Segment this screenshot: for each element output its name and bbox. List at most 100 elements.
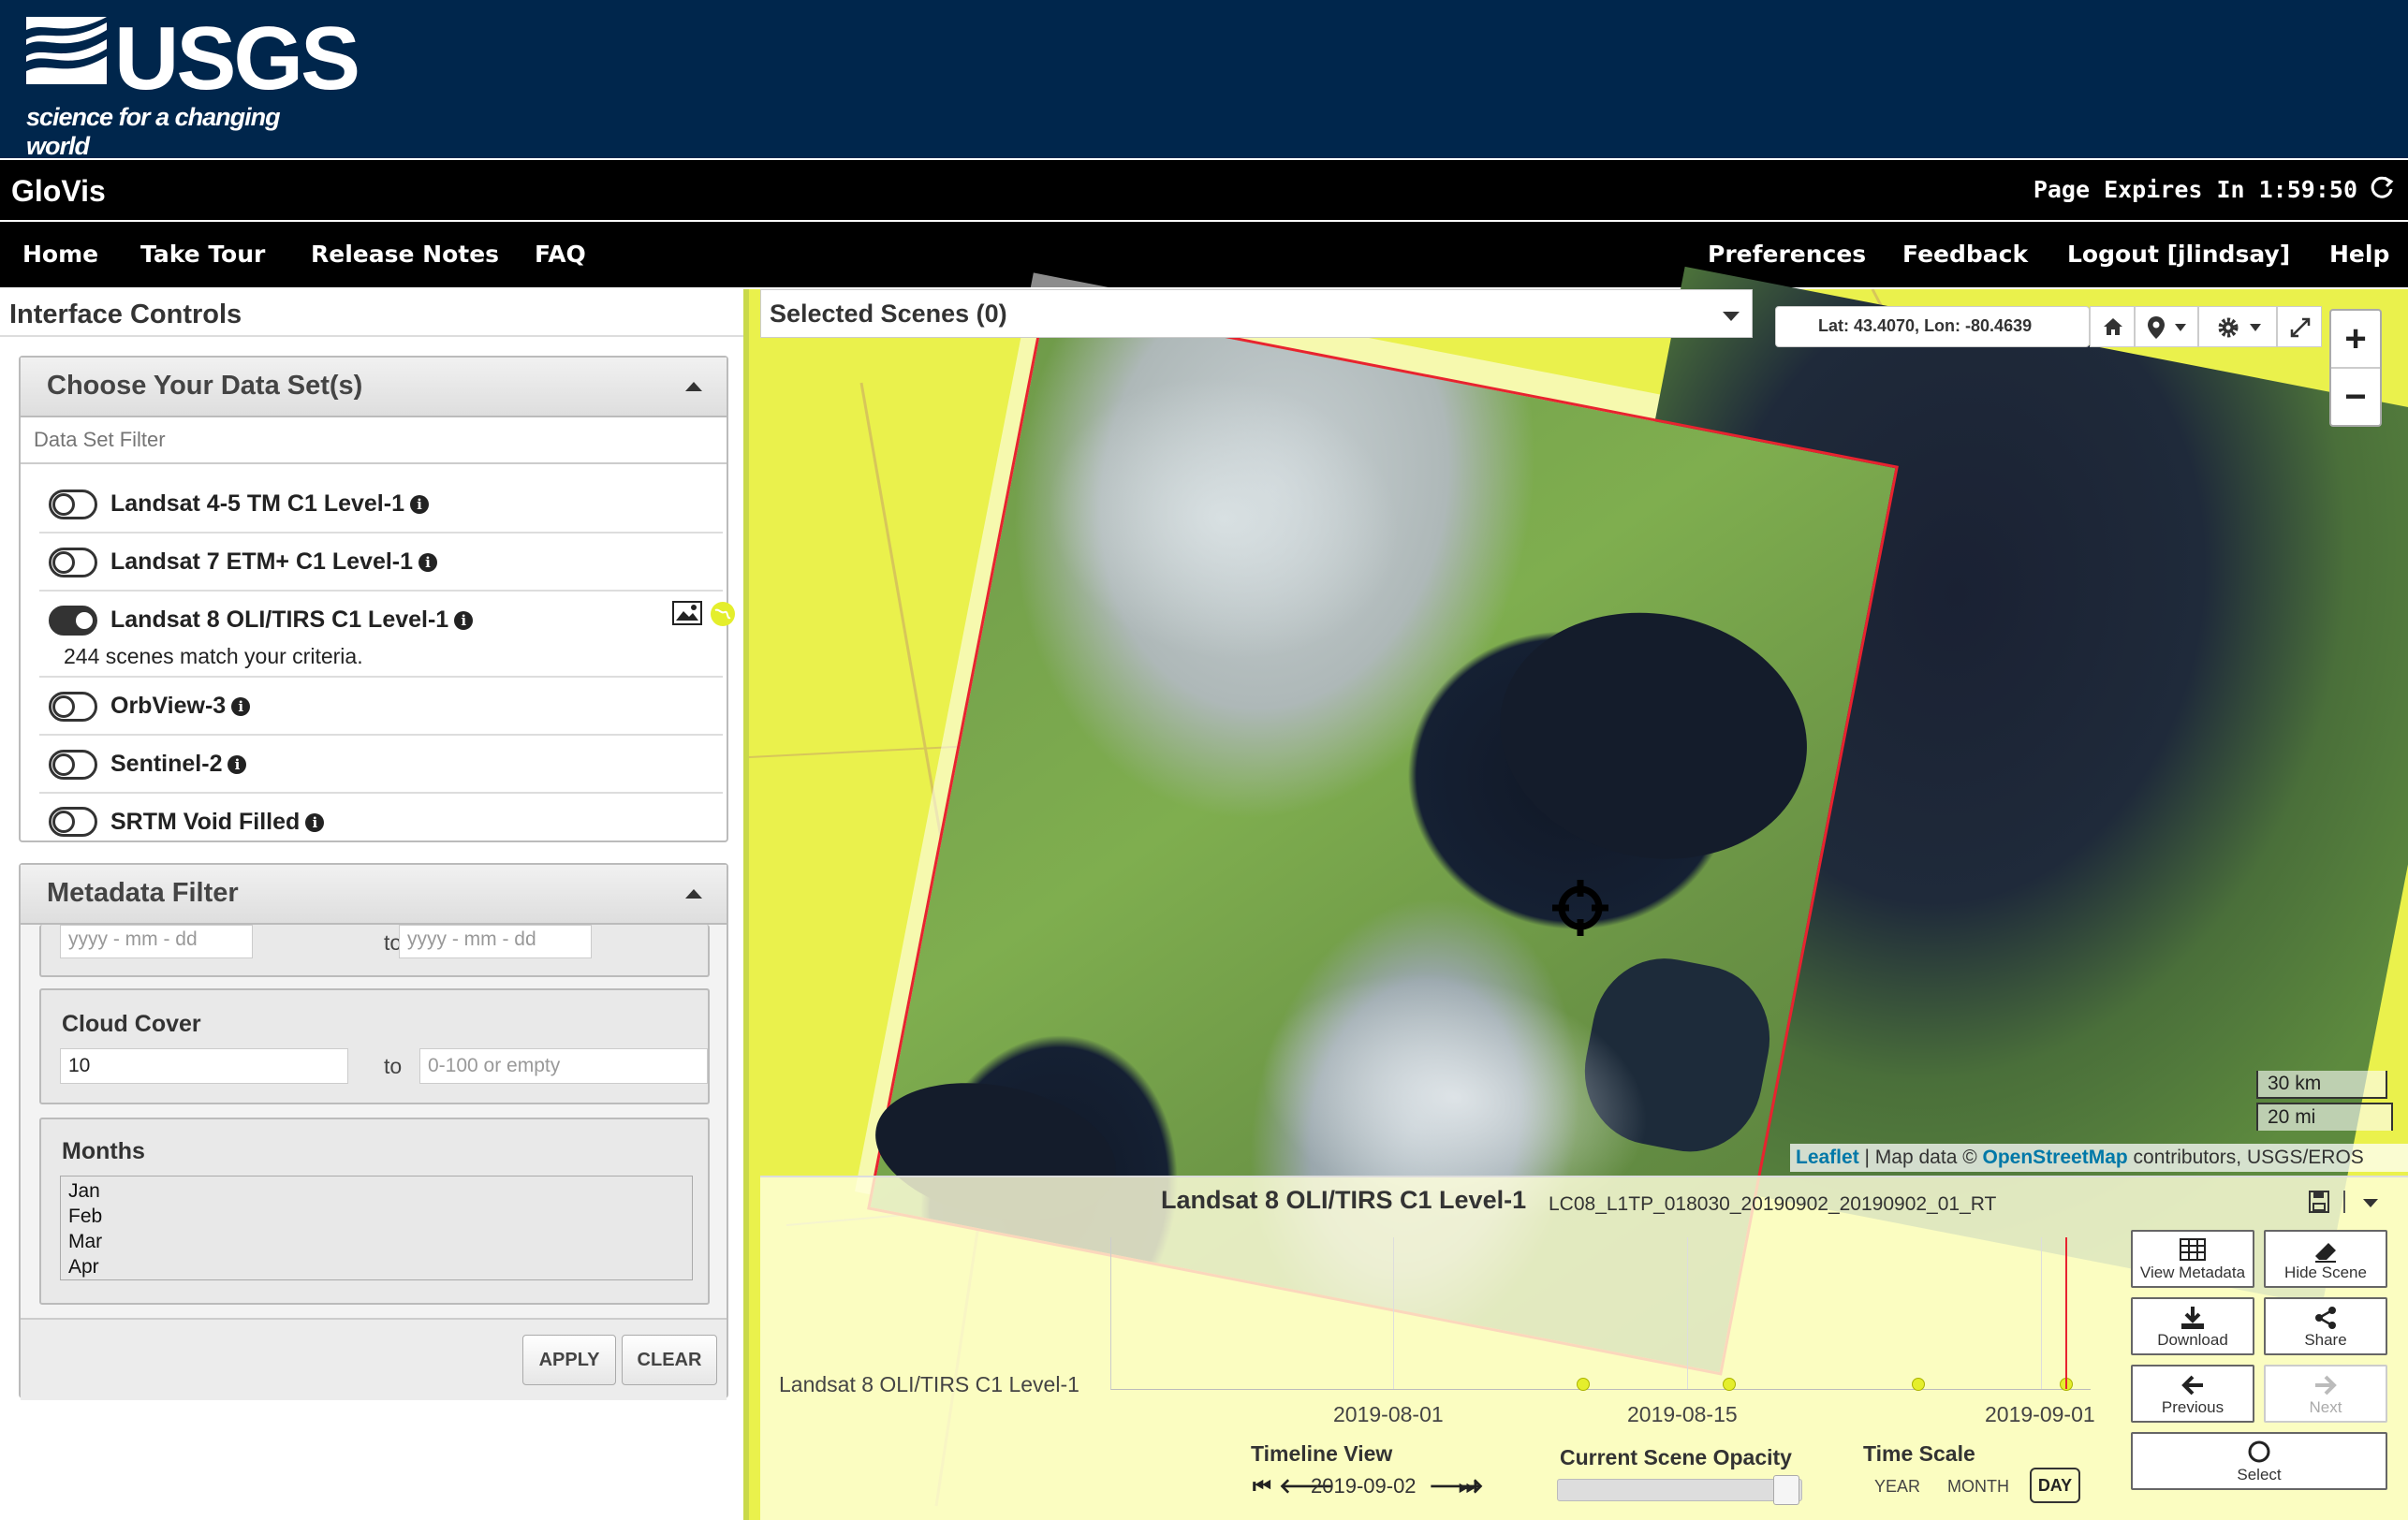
dataset-toggle[interactable] (49, 548, 97, 577)
timeline-scene-dot[interactable] (1577, 1378, 1590, 1391)
chevron-down-icon[interactable] (2363, 1199, 2378, 1207)
previous-button[interactable]: Previous (2131, 1365, 2254, 1423)
hide-scene-button[interactable]: Hide Scene (2264, 1230, 2387, 1288)
osm-link[interactable]: OpenStreetMap (1983, 1147, 2128, 1168)
dataset-toggle[interactable] (49, 807, 97, 837)
next-button[interactable]: Next (2264, 1365, 2387, 1423)
dataset-label: Sentinel-2 i (110, 751, 247, 778)
toggle-knob (52, 493, 75, 516)
image-icon[interactable] (672, 601, 702, 625)
metadata-panel-header[interactable]: Metadata Filter (21, 865, 727, 925)
datasets-panel-header[interactable]: Choose Your Data Set(s) (21, 358, 727, 417)
date-to-input[interactable]: yyyy - mm - dd (399, 925, 592, 958)
select-button[interactable]: Select (2131, 1432, 2387, 1490)
month-option[interactable]: Mar (68, 1229, 684, 1254)
fullscreen-button[interactable] (2277, 306, 2322, 347)
save-icon[interactable] (2309, 1191, 2329, 1213)
view-metadata-button[interactable]: View Metadata (2131, 1230, 2254, 1288)
timeline-scene-dot[interactable] (1912, 1378, 1925, 1391)
nav-feedback[interactable]: Feedback (1902, 241, 2028, 268)
clear-button[interactable]: CLEAR (622, 1335, 717, 1385)
settings-button[interactable] (2198, 306, 2277, 347)
info-icon[interactable]: i (454, 611, 474, 630)
cloud-cover-from-input[interactable]: 10 (60, 1048, 348, 1084)
months-select[interactable]: Jan Feb Mar Apr (60, 1176, 693, 1280)
timeline-gridline (2041, 1237, 2042, 1389)
share-button[interactable]: Share (2264, 1297, 2387, 1355)
dataset-filter-input[interactable] (21, 417, 727, 464)
timeline-gridline (1393, 1237, 1394, 1389)
last-icon[interactable]: ⏭ (1459, 1474, 1477, 1498)
map-scale: 30 km 20 mi (2256, 1071, 2393, 1133)
app-title: GloVis (11, 174, 106, 208)
time-scale-day[interactable]: DAY (2030, 1468, 2080, 1503)
collapse-caret-icon[interactable] (685, 889, 702, 899)
info-icon[interactable]: i (231, 697, 251, 716)
month-option[interactable]: Feb (68, 1204, 684, 1229)
share-icon (2315, 1307, 2336, 1329)
nav-take-tour[interactable]: Take Tour (140, 241, 265, 268)
dataset-label-text: OrbView-3 (110, 693, 227, 719)
globe-icon[interactable] (710, 601, 736, 627)
toggle-knob (73, 609, 95, 632)
nav-help[interactable]: Help (2329, 241, 2389, 268)
first-icon[interactable]: ⏮ (1253, 1474, 1271, 1498)
dataset-toggle[interactable] (49, 692, 97, 722)
cloud-cover-to-input[interactable]: 0-100 or empty (419, 1048, 708, 1084)
timeline-axis[interactable] (1110, 1237, 2091, 1390)
month-option[interactable]: Apr (68, 1254, 684, 1279)
timeline-scene-dot[interactable] (1723, 1378, 1736, 1391)
nav-preferences[interactable]: Preferences (1708, 241, 1866, 268)
leaflet-link[interactable]: Leaflet (1796, 1147, 1859, 1168)
info-icon[interactable]: i (228, 755, 247, 774)
home-button[interactable] (2090, 306, 2135, 347)
time-scale-month[interactable]: MONTH (1947, 1477, 2009, 1497)
nav-release-notes[interactable]: Release Notes (311, 241, 499, 268)
zoom-out-button[interactable]: − (2331, 369, 2380, 425)
info-icon[interactable]: i (409, 495, 429, 514)
metadata-filter-panel: Metadata Filter yyyy - mm - dd to yyyy -… (19, 863, 728, 1400)
toggle-knob (52, 551, 75, 574)
timeline-dataset-title: Landsat 8 OLI/TIRS C1 Level-1 (1161, 1186, 1527, 1214)
month-option[interactable]: Jan (68, 1178, 684, 1204)
info-icon[interactable]: i (418, 553, 438, 572)
timeline-view-label: Timeline View (1251, 1441, 1393, 1466)
dataset-label-text: Landsat 4-5 TM C1 Level-1 (110, 490, 404, 517)
nav-logout[interactable]: Logout [jlindsay] (2067, 241, 2290, 268)
location-button[interactable] (2135, 306, 2198, 347)
dataset-toggle[interactable] (49, 606, 97, 636)
dataset-label: SRTM Void Filled i (110, 809, 325, 836)
usgs-logo[interactable]: USGS science for a changing world (26, 8, 360, 160)
lake-texture (1478, 587, 1828, 885)
date-from-input[interactable]: yyyy - mm - dd (60, 925, 253, 958)
dataset-toggle[interactable] (49, 750, 97, 780)
eraser-icon (2315, 1243, 2336, 1263)
select-label: Select (2237, 1466, 2282, 1483)
nav-faq[interactable]: FAQ (535, 241, 586, 268)
share-label: Share (2304, 1331, 2347, 1349)
collapse-caret-icon[interactable] (685, 382, 702, 391)
dataset-toggle[interactable] (49, 490, 97, 519)
apply-button[interactable]: APPLY (522, 1335, 616, 1385)
dataset-row: Landsat 8 OLI/TIRS C1 Level-1 i 244 scene… (39, 592, 735, 678)
download-icon (2181, 1307, 2204, 1329)
arrow-right-icon (2315, 1375, 2337, 1396)
map-pin-icon (2148, 316, 2165, 339)
chevron-down-icon[interactable] (1723, 312, 1740, 321)
nav-home[interactable]: Home (22, 241, 98, 268)
download-button[interactable]: Download (2131, 1297, 2254, 1355)
toggle-knob (52, 811, 75, 833)
opacity-slider-handle[interactable] (1773, 1475, 1799, 1505)
opacity-slider[interactable] (1557, 1479, 1802, 1501)
scale-km: 30 km (2256, 1071, 2387, 1099)
dataset-label-text: SRTM Void Filled (110, 809, 301, 835)
refresh-icon[interactable] (2369, 172, 2395, 202)
to-label: to (384, 1054, 403, 1078)
timeline-tick: 2019-09-01 (1985, 1402, 2095, 1426)
info-icon[interactable]: i (305, 813, 325, 832)
zoom-in-button[interactable]: + (2331, 311, 2380, 369)
interface-controls-title: Interface Controls (9, 300, 242, 329)
scene-count-text: 244 scenes match your criteria. (64, 644, 363, 668)
time-scale-year[interactable]: YEAR (1874, 1477, 1920, 1497)
dataset-row: Landsat 4-5 TM C1 Level-1 i (39, 475, 723, 533)
